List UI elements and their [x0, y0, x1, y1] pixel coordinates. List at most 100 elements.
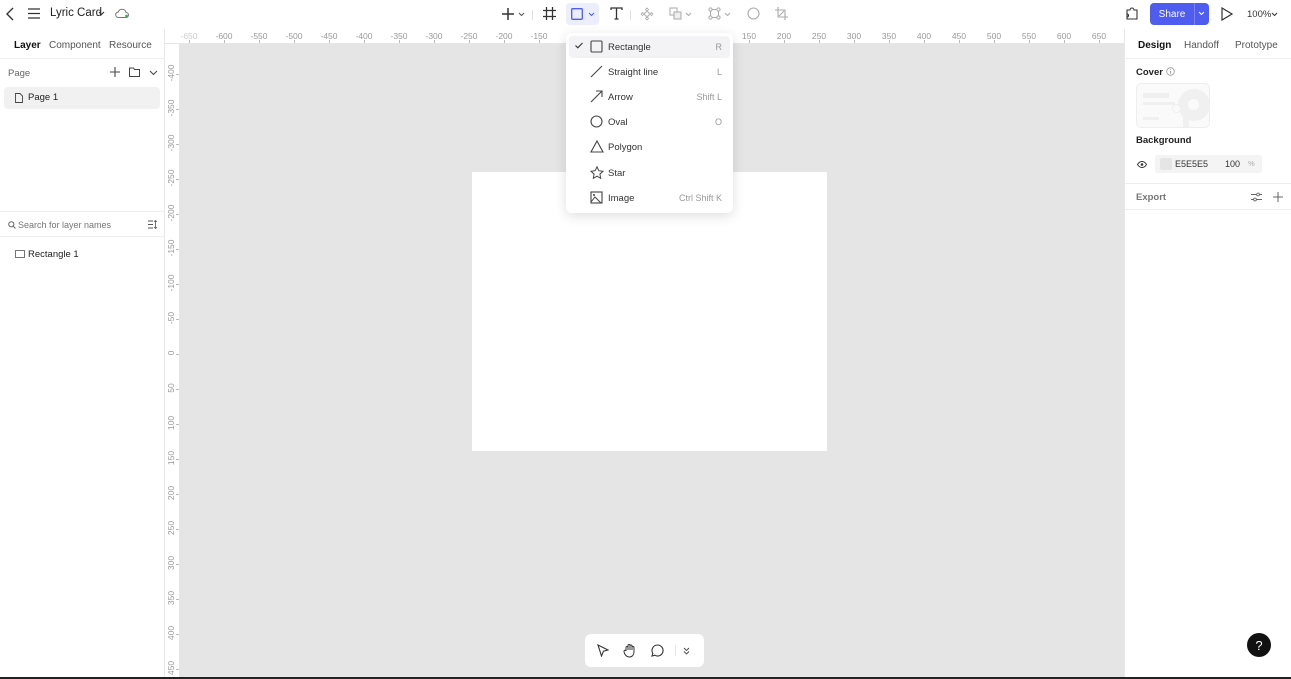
- oval-icon: [590, 115, 603, 128]
- ruler-tick-mark: [819, 40, 820, 43]
- menu-item-image[interactable]: Image Ctrl Shift K: [569, 187, 730, 209]
- eye-icon[interactable]: [1137, 161, 1147, 168]
- boolean-icon[interactable]: [669, 7, 682, 20]
- ruler-tick-mark: [176, 389, 179, 390]
- title-chevron-down-icon[interactable]: [98, 11, 105, 16]
- ruler-tick-mark: [1099, 40, 1100, 43]
- ruler-tick-label: 300: [166, 555, 176, 571]
- menu-item-arrow[interactable]: Arrow Shift L: [569, 86, 730, 108]
- tab-component[interactable]: Component: [49, 40, 101, 51]
- file-title[interactable]: Lyric Card: [50, 7, 102, 19]
- divider: [532, 10, 533, 20]
- background-hex-value[interactable]: E5E5E5: [1175, 159, 1208, 169]
- menu-item-polygon[interactable]: Polygon: [569, 136, 730, 158]
- ruler-tick-label: 200: [166, 485, 176, 501]
- menu-item-rectangle[interactable]: Rectangle R: [569, 36, 730, 58]
- hand-tool-icon[interactable]: [623, 643, 637, 658]
- add-export-icon[interactable]: [1273, 192, 1283, 202]
- tab-layer[interactable]: Layer: [14, 40, 41, 51]
- share-chevron-down-icon[interactable]: [1198, 11, 1205, 16]
- crop-icon[interactable]: [775, 7, 788, 20]
- menu-item-shortcut: O: [714, 117, 722, 127]
- ruler-tick-label: -300: [166, 134, 176, 152]
- rectangle-1-frame[interactable]: [472, 172, 827, 451]
- cover-thumbnail[interactable]: [1136, 83, 1210, 128]
- ruler-tick-mark: [1029, 40, 1030, 43]
- ruler-tick-label: 50: [166, 383, 176, 393]
- ruler-tick-mark: [994, 40, 995, 43]
- folder-icon[interactable]: [129, 67, 140, 77]
- mask-icon[interactable]: [708, 7, 721, 20]
- ruler-tick-mark: [189, 40, 190, 43]
- ruler-tick-mark: [1064, 40, 1065, 43]
- ruler-tick-label: -50: [166, 311, 176, 325]
- menu-icon[interactable]: [28, 8, 40, 19]
- page-item-label: Page 1: [28, 92, 59, 103]
- menu-item-label: Rectangle: [608, 41, 651, 53]
- rectangle-icon: [590, 40, 603, 53]
- ruler-tick-mark: [539, 40, 540, 43]
- background-color-swatch[interactable]: [1160, 158, 1172, 170]
- menu-item-oval[interactable]: Oval O: [569, 111, 730, 133]
- layer-search-input[interactable]: [18, 218, 143, 232]
- rectangle-tool-icon[interactable]: [571, 8, 583, 20]
- ruler-tick-mark: [176, 144, 179, 145]
- ruler-tick-mark: [434, 40, 435, 43]
- info-icon[interactable]: [1166, 67, 1175, 76]
- zoom-level[interactable]: 100%: [1247, 9, 1271, 20]
- frame-icon[interactable]: [543, 7, 556, 20]
- divider: [0, 211, 165, 212]
- export-settings-icon[interactable]: [1251, 192, 1262, 202]
- menu-item-label: Arrow: [608, 91, 633, 103]
- filter-sort-icon[interactable]: [148, 220, 158, 229]
- expand-chevrons-icon[interactable]: [683, 647, 690, 655]
- page-item[interactable]: Page 1: [4, 87, 160, 109]
- add-chevron-down-icon[interactable]: [518, 12, 525, 17]
- menu-item-shortcut: R: [715, 42, 723, 52]
- add-page-icon[interactable]: [110, 67, 120, 77]
- mask-chevron-down-icon[interactable]: [724, 12, 731, 17]
- share-button[interactable]: Share: [1150, 3, 1194, 25]
- ruler-tick-label: -200: [166, 204, 176, 222]
- ruler-tick-mark: [176, 249, 179, 250]
- circle-icon[interactable]: [747, 7, 760, 20]
- zoom-chevron-down-icon[interactable]: [1271, 12, 1278, 17]
- menu-item-label: Straight line: [608, 66, 659, 78]
- layer-item[interactable]: Rectangle 1: [0, 244, 165, 264]
- comment-icon[interactable]: [651, 644, 664, 657]
- back-icon[interactable]: [5, 7, 15, 21]
- ruler-tick-mark: [364, 40, 365, 43]
- ruler-tick-mark: [294, 40, 295, 43]
- opacity-unit: %: [1248, 159, 1255, 168]
- tab-prototype[interactable]: Prototype: [1235, 40, 1278, 51]
- plugin-icon[interactable]: [1126, 7, 1139, 21]
- ruler-tick-label: -150: [166, 239, 176, 257]
- menu-item-label: Star: [608, 167, 626, 179]
- shape-chevron-down-icon[interactable]: [588, 12, 595, 17]
- background-opacity-value[interactable]: 100: [1225, 159, 1240, 169]
- help-button[interactable]: ?: [1247, 633, 1271, 657]
- star-icon: [590, 166, 604, 179]
- text-tool-icon[interactable]: [610, 7, 623, 20]
- background-color-field[interactable]: E5E5E5 100 %: [1155, 155, 1262, 173]
- collapse-pages-chevron-icon[interactable]: [149, 70, 158, 76]
- move-tool-icon[interactable]: [597, 644, 609, 657]
- ruler-tick-mark: [469, 40, 470, 43]
- tab-resource[interactable]: Resource: [109, 40, 152, 51]
- divider: [1125, 209, 1291, 210]
- tab-handoff[interactable]: Handoff: [1184, 40, 1219, 51]
- ruler-tick-mark: [854, 40, 855, 43]
- menu-item-label: Oval: [608, 116, 628, 128]
- menu-item-label: Image: [608, 192, 635, 204]
- play-icon[interactable]: [1221, 7, 1233, 21]
- menu-item-star[interactable]: Star: [569, 162, 730, 184]
- tab-design[interactable]: Design: [1138, 40, 1171, 51]
- component-icon[interactable]: [640, 7, 654, 21]
- menu-item-straight-line[interactable]: Straight line L: [569, 61, 730, 83]
- add-icon[interactable]: [501, 7, 515, 21]
- background-label: Background: [1136, 135, 1192, 146]
- line-icon: [590, 65, 603, 78]
- ruler-tick-label: 350: [166, 590, 176, 606]
- ruler-tick-mark: [176, 319, 179, 320]
- boolean-chevron-down-icon[interactable]: [685, 12, 692, 17]
